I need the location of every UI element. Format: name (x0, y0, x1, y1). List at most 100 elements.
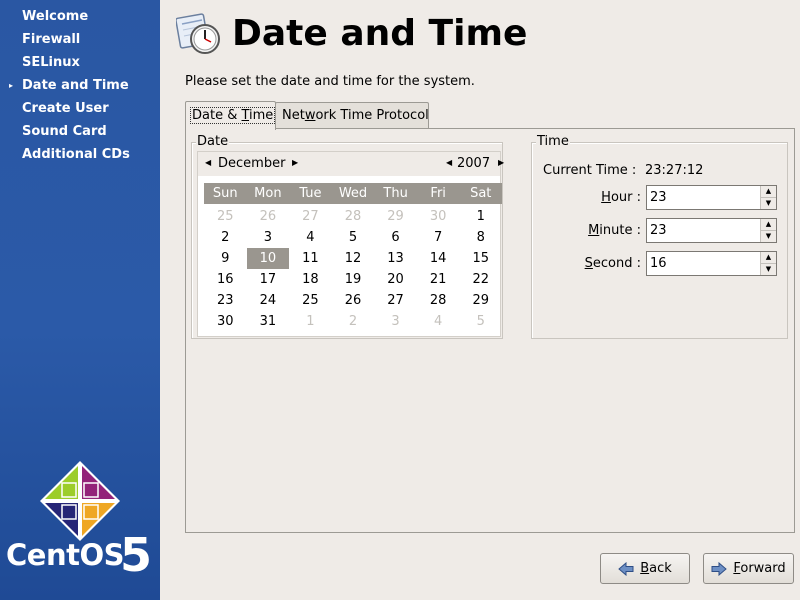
second-spinbutton[interactable]: 16 ▲ ▼ (646, 251, 777, 276)
hour-label: Hour : (601, 190, 641, 205)
tab-panel: Date ◀ December ▶ ◀ 2007 ▶ Sun Mon Tue Wed T… (185, 128, 795, 533)
hour-decrement-icon[interactable]: ▼ (761, 197, 776, 208)
calendar-day[interactable]: 20 (374, 269, 417, 290)
calendar-day[interactable]: 4 (417, 311, 460, 332)
weekday-header: Sun Mon Tue Wed Thu Fri Sat (204, 183, 502, 204)
back-rest: ack (649, 561, 672, 576)
tab-label-part: Net (282, 108, 305, 123)
step-label: Create User (22, 101, 109, 116)
minute-increment-icon[interactable]: ▲ (761, 219, 776, 230)
calendar-day[interactable]: 19 (332, 269, 375, 290)
month-label: December (218, 156, 286, 171)
calendar-day[interactable]: 4 (289, 227, 332, 248)
calendar: ◀ December ▶ ◀ 2007 ▶ Sun Mon Tue Wed Thu Fri… (197, 151, 504, 337)
forward-arrow-icon (711, 561, 728, 576)
hour-spinbutton[interactable]: 23 ▲ ▼ (646, 185, 777, 210)
step-label: Firewall (22, 32, 81, 47)
calendar-day[interactable]: 28 (417, 290, 460, 311)
calendar-day[interactable]: 26 (247, 206, 290, 227)
calendar-day[interactable]: 15 (459, 248, 502, 269)
tab-label-part: ime (249, 108, 274, 123)
calendar-day[interactable]: 25 (204, 206, 247, 227)
calendar-day[interactable]: 31 (247, 311, 290, 332)
step-selinux: SELinux (0, 52, 160, 75)
calendar-day[interactable]: 3 (247, 227, 290, 248)
step-label: Additional CDs (22, 147, 130, 162)
weekday-label: Mon (254, 186, 282, 201)
calendar-day[interactable]: 16 (204, 269, 247, 290)
step-list: Welcome Firewall SELinux ▸ Date and Time … (0, 0, 160, 167)
calendar-day[interactable]: 28 (332, 206, 375, 227)
hour-increment-icon[interactable]: ▲ (761, 186, 776, 197)
back-arrow-icon (618, 561, 634, 576)
second-spin-buttons: ▲ ▼ (760, 252, 776, 275)
next-year-arrow-icon[interactable]: ▶ (498, 158, 504, 167)
calendar-day[interactable]: 6 (374, 227, 417, 248)
calendar-day[interactable]: 13 (374, 248, 417, 269)
step-label: Sound Card (22, 124, 107, 139)
calendar-day[interactable]: 3 (374, 311, 417, 332)
date-frame: Date ◀ December ▶ ◀ 2007 ▶ Sun Mon Tue Wed T… (191, 134, 504, 339)
second-increment-icon[interactable]: ▲ (761, 252, 776, 263)
time-frame-label: Time (536, 134, 570, 150)
calendar-day[interactable]: 29 (459, 290, 502, 311)
calendar-day[interactable]: 27 (289, 206, 332, 227)
step-date-and-time: ▸ Date and Time (0, 75, 160, 98)
minute-label-rest: inute : (599, 223, 641, 238)
current-time-label: Current Time : (543, 163, 637, 178)
tab-date-and-time[interactable]: Date & Time (185, 101, 276, 130)
calendar-day[interactable]: 5 (459, 311, 502, 332)
calendar-day[interactable]: 22 (459, 269, 502, 290)
calendar-day[interactable]: 1 (459, 206, 502, 227)
calendar-day[interactable]: 18 (289, 269, 332, 290)
next-month-arrow-icon[interactable]: ▶ (292, 158, 298, 167)
tab-network-time-protocol[interactable]: Network Time Protocol (275, 102, 429, 128)
weekday-label: Wed (338, 186, 368, 201)
forward-button[interactable]: Forward (703, 553, 794, 584)
back-button[interactable]: Back (600, 553, 690, 584)
hour-value: 23 (650, 190, 667, 205)
forward-button-label: Forward (733, 561, 785, 576)
calendar-day[interactable]: 2 (204, 227, 247, 248)
weekday-label: Sun (212, 186, 238, 201)
current-step-arrow-icon: ▸ (9, 81, 14, 90)
calendar-day[interactable]: 30 (204, 311, 247, 332)
calendar-day[interactable]: 1 (289, 311, 332, 332)
page-title: Date and Time (232, 13, 528, 54)
calendar-day[interactable]: 21 (417, 269, 460, 290)
current-time-value: 23:27:12 (645, 163, 704, 178)
calendar-day[interactable]: 27 (374, 290, 417, 311)
calendar-day[interactable]: 29 (374, 206, 417, 227)
time-frame: Time Current Time : 23:27:12 Hour : 23 ▲… (531, 134, 788, 339)
calendar-day[interactable]: 24 (247, 290, 290, 311)
hour-label-rest: our : (610, 190, 641, 205)
calendar-day[interactable]: 2 (332, 311, 375, 332)
calendar-day[interactable]: 9 (204, 248, 247, 269)
calendar-day[interactable]: 11 (289, 248, 332, 269)
second-decrement-icon[interactable]: ▼ (761, 263, 776, 274)
prev-year-arrow-icon[interactable]: ◀ (446, 158, 452, 167)
second-label: Second : (585, 256, 641, 271)
calendar-day[interactable]: 5 (332, 227, 375, 248)
weekday-label: Sat (470, 186, 492, 201)
minute-label: Minute : (588, 223, 641, 238)
calendar-day-selected[interactable]: 10 (246, 248, 290, 269)
date-frame-label: Date (196, 134, 230, 150)
calendar-day[interactable]: 26 (332, 290, 375, 311)
tab-label-part: Date & (192, 108, 242, 123)
tab-label-mnemonic: T (241, 108, 250, 123)
prev-month-arrow-icon[interactable]: ◀ (205, 158, 211, 167)
instructions-text: Please set the date and time for the sys… (185, 74, 475, 89)
calendar-day[interactable]: 25 (289, 290, 332, 311)
calendar-day[interactable]: 23 (204, 290, 247, 311)
minute-spinbutton[interactable]: 23 ▲ ▼ (646, 218, 777, 243)
second-label-mnemonic: S (584, 256, 593, 271)
calendar-day[interactable]: 8 (459, 227, 502, 248)
calendar-day[interactable]: 14 (417, 248, 460, 269)
minute-decrement-icon[interactable]: ▼ (761, 230, 776, 241)
calendar-day[interactable]: 17 (247, 269, 290, 290)
calendar-day[interactable]: 7 (417, 227, 460, 248)
calendar-day[interactable]: 12 (332, 248, 375, 269)
weekday-label: Thu (383, 186, 408, 201)
calendar-day[interactable]: 30 (417, 206, 460, 227)
